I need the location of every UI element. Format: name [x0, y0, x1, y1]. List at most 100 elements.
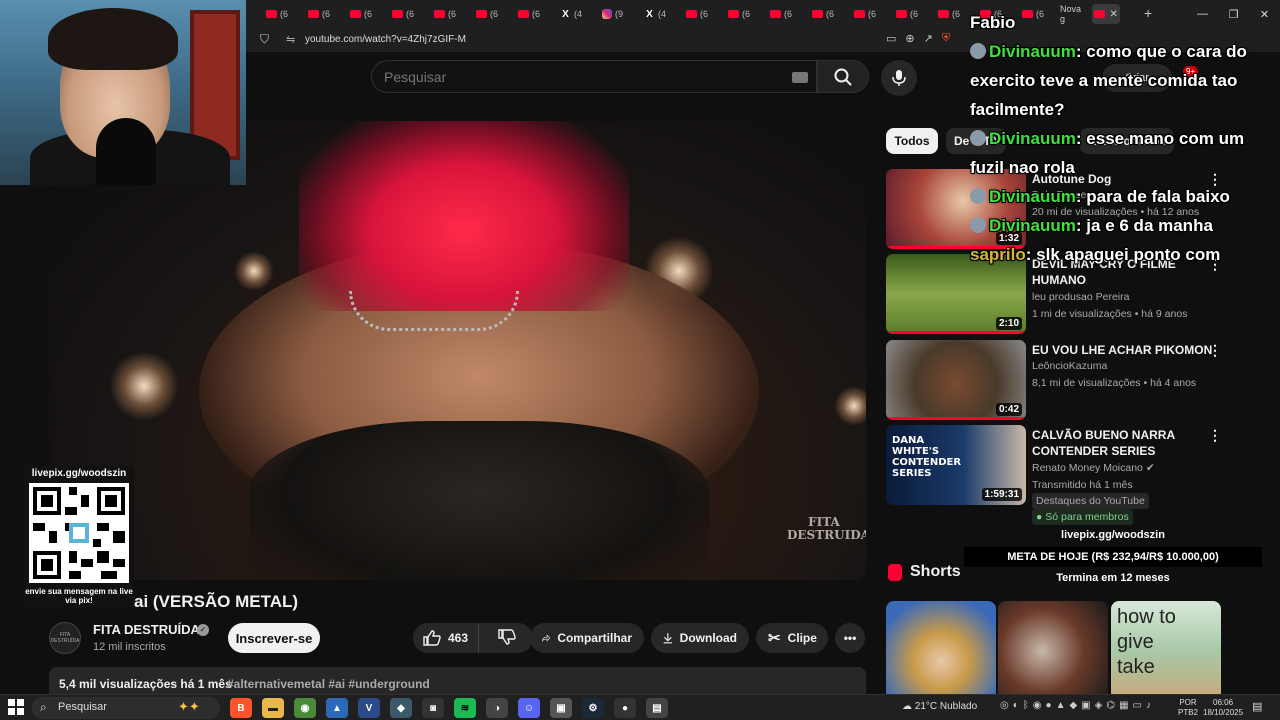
- video-thumbnail[interactable]: DANA WHITE'S CONTENDER SERIES 1:59:31: [886, 425, 1026, 505]
- thumbs-up-icon: [423, 630, 441, 646]
- browser-tab[interactable]: (6: [808, 4, 846, 24]
- brave-icon[interactable]: B: [230, 698, 252, 718]
- chat-user: Fabio: [970, 13, 1016, 32]
- app-icon[interactable]: ◑: [486, 698, 508, 718]
- more-icon[interactable]: ⋮: [1208, 342, 1222, 359]
- site-info-icon[interactable]: ⇋: [286, 33, 295, 46]
- clip-button[interactable]: ✂ Clipe: [756, 623, 828, 653]
- taskbar-search[interactable]: ⌕ Pesquisar ✦✦: [32, 697, 220, 719]
- discord-icon[interactable]: ☺: [518, 698, 540, 718]
- short-thumbnail[interactable]: [998, 601, 1108, 701]
- chat-message: Divinauum: para de fala baixo: [970, 182, 1280, 211]
- browser-tab[interactable]: (6: [934, 4, 972, 24]
- short-text: how to give take: [1117, 606, 1176, 678]
- file-explorer-icon[interactable]: ▬: [262, 698, 284, 718]
- subscribe-button[interactable]: Inscrever-se: [228, 623, 320, 653]
- app-icon[interactable]: ▣: [550, 698, 572, 718]
- webcam-microphone: [96, 118, 156, 185]
- chip-all[interactable]: Todos: [886, 128, 938, 154]
- x-icon: X: [646, 8, 653, 20]
- spotify-icon[interactable]: ≋: [454, 698, 476, 718]
- app-icon[interactable]: ◆: [390, 698, 412, 718]
- notifications-icon[interactable]: ▤: [1252, 700, 1262, 713]
- short-thumbnail[interactable]: how to give take: [1111, 601, 1221, 701]
- tab-label: (4: [574, 9, 583, 19]
- short-thumbnail[interactable]: [886, 601, 996, 701]
- hashtags[interactable]: #alternativemetal #ai #underground: [227, 677, 430, 691]
- browser-tab[interactable]: (6: [262, 4, 300, 24]
- like-button[interactable]: 463: [413, 623, 479, 653]
- input-language[interactable]: POR PTB2: [1178, 698, 1198, 718]
- tray-icon[interactable]: ◆: [1069, 700, 1077, 711]
- bookmark-icon[interactable]: ⛉: [260, 32, 269, 47]
- url-field[interactable]: youtube.com/watch?v=4Zhj7zGIF-M: [305, 34, 466, 45]
- search-button[interactable]: [817, 60, 869, 93]
- tray-icon[interactable]: ◈: [1095, 700, 1103, 711]
- stream-chat-overlay: Fabio Divinauum: como que o cara do exer…: [970, 8, 1280, 269]
- recording-icon[interactable]: ●: [614, 698, 636, 718]
- share-page-icon[interactable]: ↗: [924, 32, 933, 45]
- browser-tab[interactable]: (6: [388, 4, 426, 24]
- clip-label: Clipe: [787, 631, 817, 645]
- channel-name[interactable]: FITA DESTRUÍDA: [93, 622, 200, 637]
- tray-icon[interactable]: ◐: [1013, 700, 1019, 711]
- channel-avatar[interactable]: FITA DESTRUÍDA: [49, 622, 81, 654]
- zoom-icon[interactable]: ⊕: [905, 32, 914, 45]
- windows-start-icon[interactable]: [8, 699, 24, 715]
- browser-tab[interactable]: (6: [892, 4, 930, 24]
- chat-message: Divinauum: esse mano com um fuzil nao ro…: [970, 129, 1245, 177]
- app-icon[interactable]: ▲: [326, 698, 348, 718]
- video-thumbnail[interactable]: 0:42: [886, 340, 1026, 420]
- description-box[interactable]: 5,4 mil visualizações há 1 mês #alternat…: [49, 667, 866, 697]
- members-only-badge: ● Só para membros: [1032, 509, 1133, 525]
- download-button[interactable]: Download: [651, 623, 749, 653]
- youtube-icon: [812, 10, 823, 18]
- tray-icon[interactable]: ▦: [1119, 700, 1128, 711]
- search-input[interactable]: [384, 69, 764, 85]
- tray-icon[interactable]: ●: [1046, 700, 1052, 711]
- youtube-icon: [392, 10, 403, 18]
- tab-label: (6: [868, 9, 877, 19]
- app-icon[interactable]: ▤: [646, 698, 668, 718]
- steam-icon[interactable]: ⚙: [582, 698, 604, 718]
- bluetooth-icon[interactable]: ᛒ: [1023, 700, 1029, 711]
- tray-icon[interactable]: ⌬: [1106, 700, 1115, 711]
- tray-icon[interactable]: ▣: [1081, 700, 1090, 711]
- share-button[interactable]: Compartilhar: [530, 623, 644, 653]
- tray-icon[interactable]: ▲: [1056, 700, 1066, 711]
- keyboard-icon[interactable]: [792, 72, 808, 83]
- tab-label: (6: [700, 9, 709, 19]
- browser-tab[interactable]: (6: [766, 4, 804, 24]
- youtube-icon: [728, 10, 739, 18]
- brave-shield-icon[interactable]: ⛨: [942, 32, 950, 45]
- dislike-button[interactable]: [486, 628, 516, 648]
- obs-icon[interactable]: ◙: [422, 698, 444, 718]
- weather-widget[interactable]: ☁ 21°C Nublado: [902, 701, 977, 712]
- tray-icon[interactable]: ◉: [1033, 700, 1042, 711]
- browser-tab[interactable]: X (4: [640, 4, 678, 24]
- browser-tab[interactable]: (6: [724, 4, 762, 24]
- browser-tab[interactable]: (6: [682, 4, 720, 24]
- voice-search-button[interactable]: [881, 60, 917, 96]
- tray-icon[interactable]: ◎: [1000, 700, 1009, 711]
- chrome-icon[interactable]: ◉: [294, 698, 316, 718]
- browser-tab[interactable]: (6: [346, 4, 384, 24]
- browser-tab[interactable]: (9: [598, 4, 636, 24]
- browser-tab[interactable]: (6: [850, 4, 888, 24]
- more-actions-button[interactable]: •••: [835, 623, 865, 653]
- browser-tab[interactable]: (6: [472, 4, 510, 24]
- more-icon[interactable]: ⋮: [1208, 427, 1222, 444]
- browser-tab[interactable]: (6: [514, 4, 552, 24]
- volume-icon[interactable]: ♪: [1146, 700, 1151, 711]
- browser-tab[interactable]: (6: [430, 4, 468, 24]
- recommended-video[interactable]: 0:42 EU VOU LHE ACHAR PIKOMON LeôncioKaz…: [886, 340, 1262, 420]
- channel-name: LeôncioKazuma: [1032, 360, 1108, 372]
- cast-icon[interactable]: ▭: [886, 32, 896, 45]
- youtube-icon: [896, 10, 907, 18]
- browser-tab[interactable]: X (4: [556, 4, 594, 24]
- video-player[interactable]: FITA DESTRUIDA: [49, 121, 866, 580]
- browser-tab[interactable]: (6: [304, 4, 342, 24]
- clock[interactable]: 06:06 18/10/2025: [1203, 698, 1243, 718]
- visual-studio-icon[interactable]: V: [358, 698, 380, 718]
- network-icon[interactable]: ▭: [1133, 700, 1142, 711]
